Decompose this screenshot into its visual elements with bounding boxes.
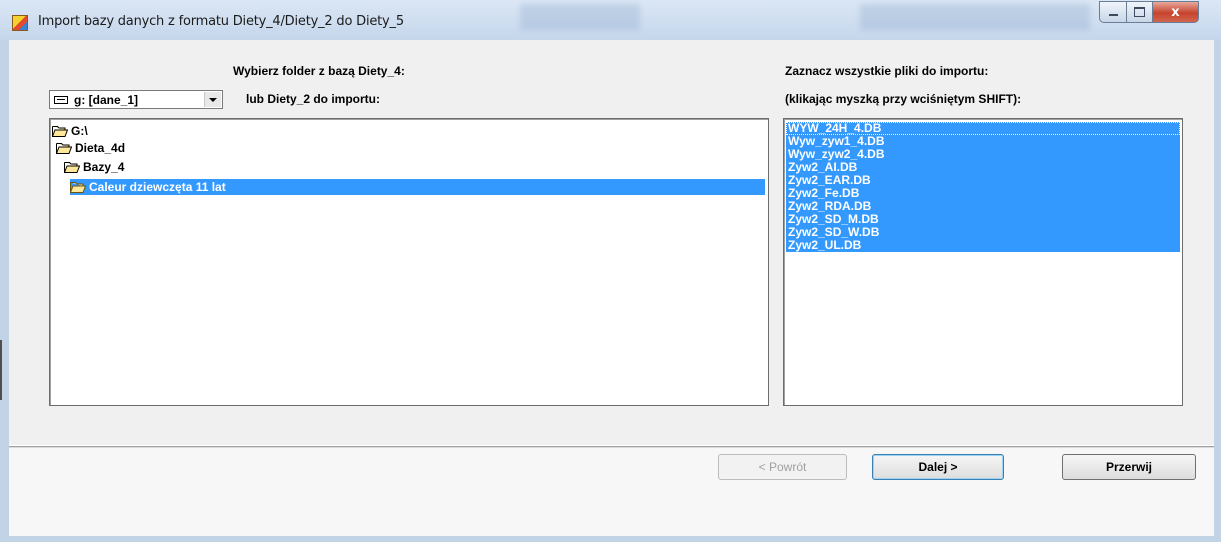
minimize-icon (1108, 14, 1118, 16)
minimize-button[interactable] (1099, 1, 1127, 23)
back-button[interactable]: < Powrót (718, 454, 847, 480)
content-panel: Wybierz folder z bazą Diety_4: lub Diety… (9, 40, 1214, 447)
open-folder-icon (52, 126, 68, 137)
tree-item-selected[interactable]: Caleur dziewczęta 11 lat (70, 179, 765, 195)
background-blur (860, 4, 1090, 30)
open-folder-icon (64, 162, 80, 173)
drive-select[interactable]: g: [dane_1] (49, 90, 223, 109)
folder-heading-line1: Wybierz folder z bazą Diety_4: (233, 64, 405, 78)
chevron-down-icon[interactable] (204, 92, 221, 107)
tree-item-dieta[interactable]: Dieta_4d (56, 140, 256, 156)
drive-icon (54, 96, 68, 104)
files-heading-line2: (klikając myszką przy wciśniętym SHIFT): (785, 92, 1022, 106)
window-title: Import bazy danych z formatu Diety_4/Die… (38, 14, 404, 29)
title-bar[interactable]: Import bazy danych z formatu Diety_4/Die… (0, 0, 1221, 40)
drive-select-value: g: [dane_1] (74, 93, 139, 107)
app-icon (12, 15, 28, 31)
close-icon: x (1171, 4, 1180, 20)
tree-item-bazy[interactable]: Bazy_4 (64, 159, 264, 175)
tree-item-label: Caleur dziewczęta 11 lat (89, 180, 226, 194)
dialog-client-area: Wybierz folder z bazą Diety_4: lub Diety… (9, 40, 1214, 536)
files-heading-line1: Zaznacz wszystkie pliki do importu: (785, 64, 989, 78)
tree-item-label: Dieta_4d (75, 141, 126, 155)
tree-item-root[interactable]: G:\ (52, 123, 252, 139)
open-folder-icon (56, 143, 72, 154)
button-bar (9, 448, 1214, 536)
next-button[interactable]: Dalej > (872, 454, 1004, 480)
open-folder-icon (70, 182, 86, 193)
folder-tree[interactable]: G:\ Dieta_4d Bazy_4 Caleur dziewczęta 11… (49, 118, 769, 406)
tree-item-label: Bazy_4 (83, 160, 125, 174)
background-blur (520, 4, 640, 30)
close-button[interactable]: x (1152, 1, 1199, 23)
folder-heading-line2: lub Diety_2 do importu: (246, 92, 381, 106)
maximize-button[interactable] (1126, 1, 1153, 23)
window-controls: x (1099, 1, 1214, 25)
file-list[interactable]: WYW_24H_4.DB Wyw_zyw1_4.DB Wyw_zyw2_4.DB… (783, 118, 1183, 406)
file-list-item[interactable]: Zyw2_UL.DB (786, 239, 1180, 252)
tree-item-label: G:\ (71, 124, 88, 138)
dialog-window: Import bazy danych z formatu Diety_4/Die… (0, 0, 1221, 542)
maximize-icon (1134, 7, 1145, 17)
cancel-button[interactable]: Przerwij (1062, 454, 1196, 480)
window-edge (0, 340, 2, 400)
